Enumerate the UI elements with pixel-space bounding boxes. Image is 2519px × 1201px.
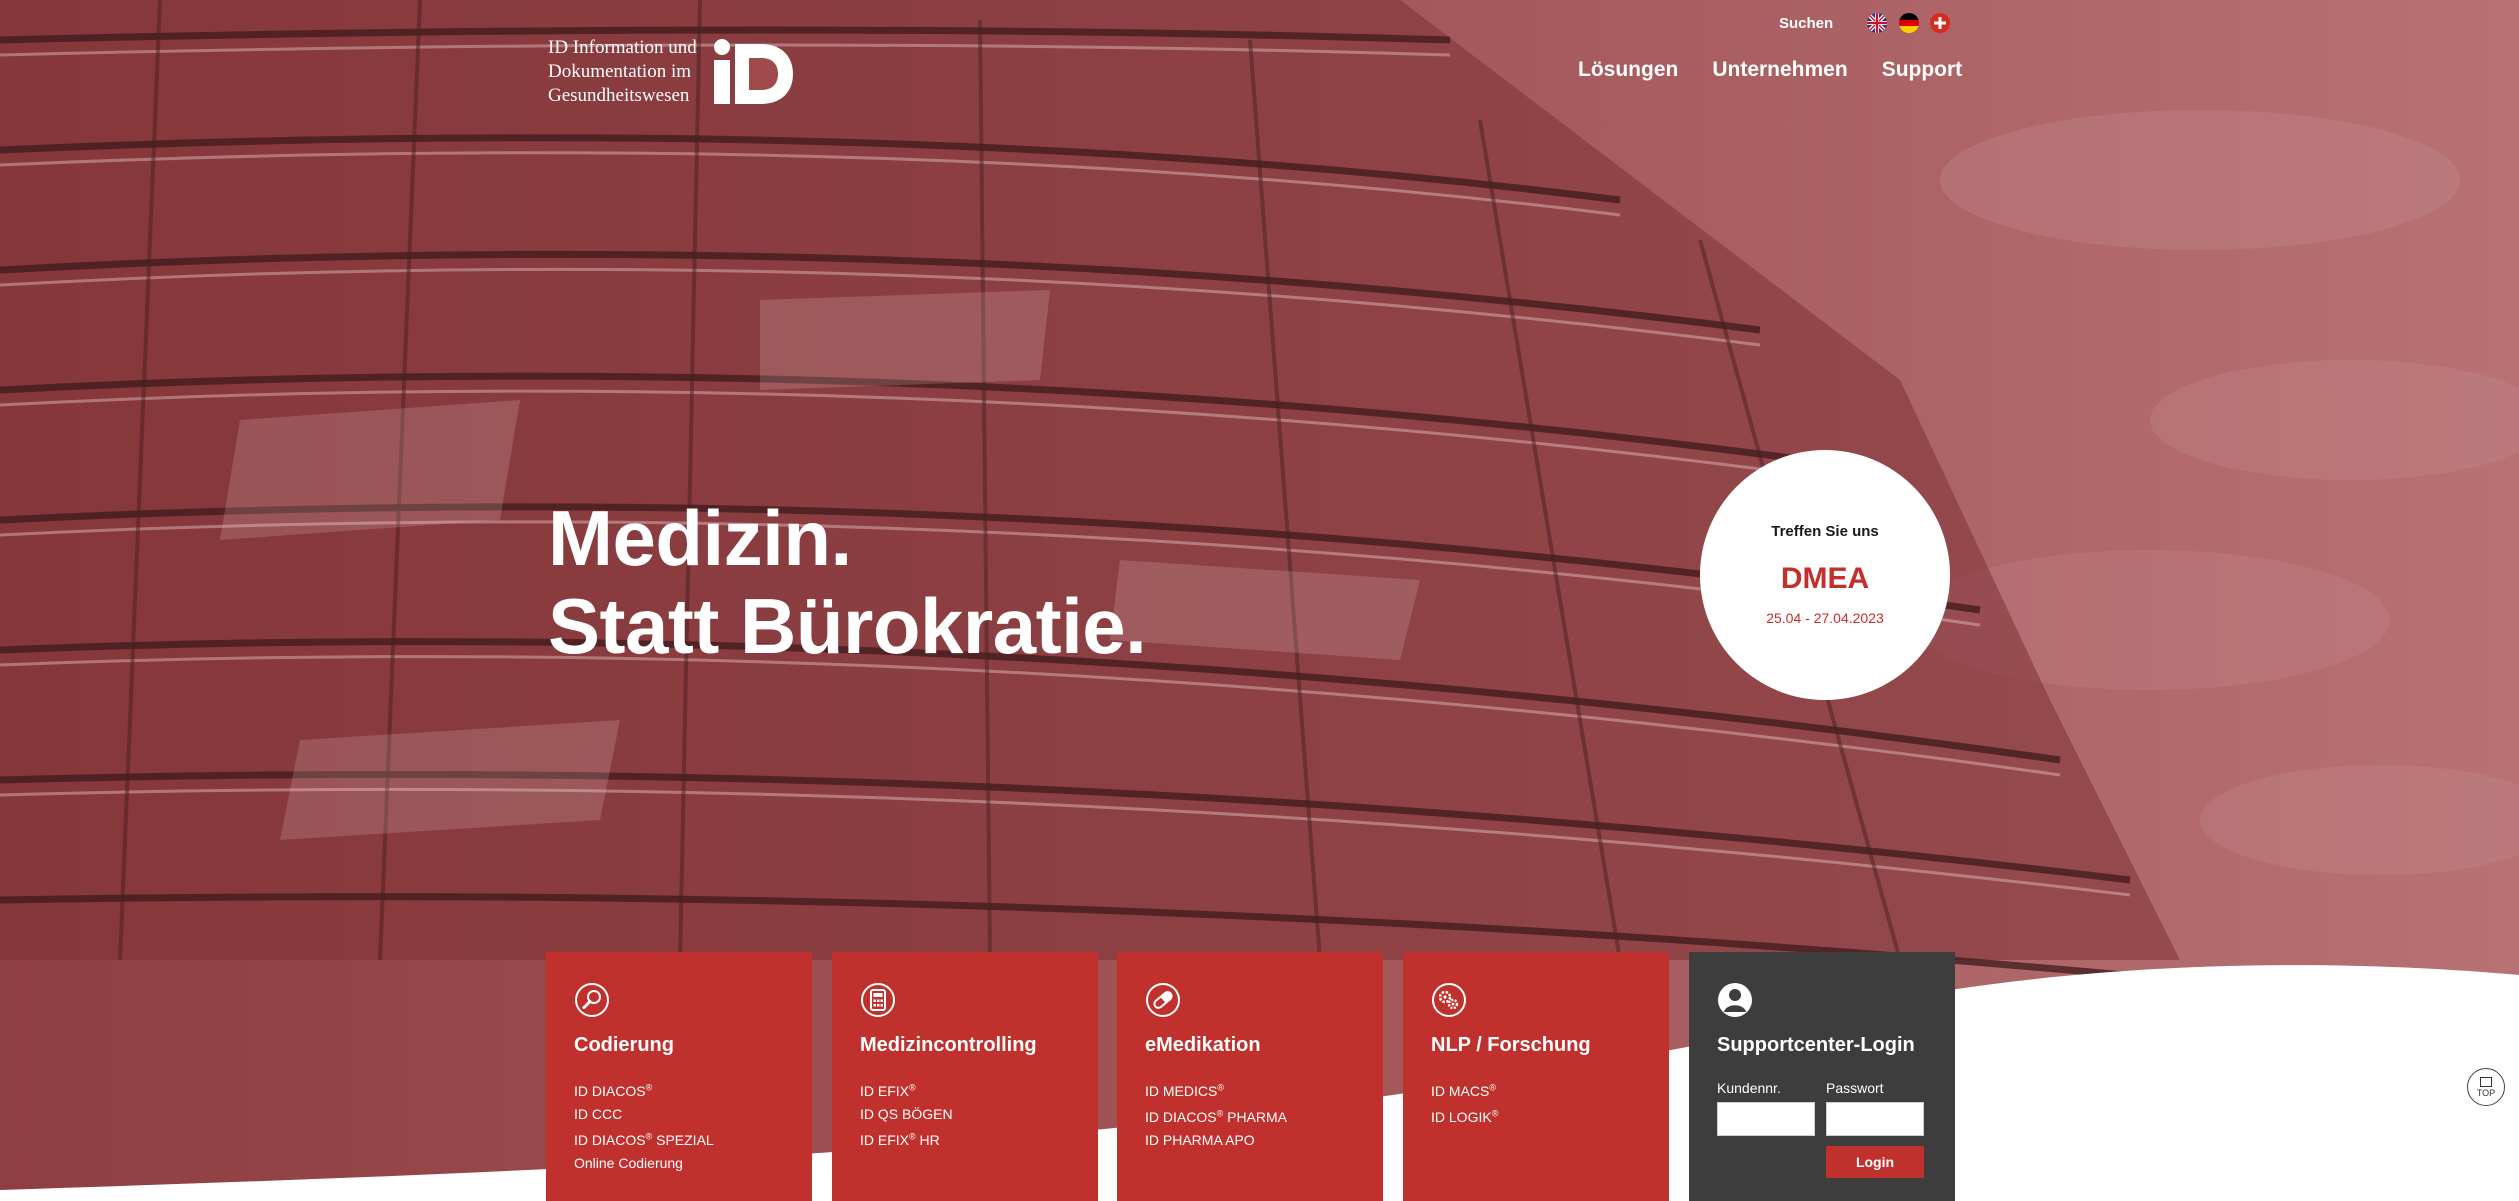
product-link[interactable]: ID CCC [574,1106,622,1122]
top-button-label: TOP [2476,1088,2496,1098]
search-link[interactable]: Suchen [1779,15,1833,32]
product-link[interactable]: ID PHARMA APO [1145,1132,1255,1148]
tile-nlp-forschung[interactable]: NLP / Forschung ID MACS® ID LOGIK® [1403,952,1669,1201]
tile-codierung[interactable]: Codierung ID DIACOS® ID CCC ID DIACOS® S… [546,952,812,1201]
tile-medizincontrolling[interactable]: Medizincontrolling ID EFIX® ID QS BÖGEN … [832,952,1098,1201]
pill-icon [1146,983,1180,1017]
scroll-to-top-button[interactable]: TOP [2467,1068,2505,1106]
product-name: ID PHARMA APO [1145,1132,1255,1149]
product-name: ID MACS [1431,1082,1490,1099]
product-name: ID EFIX [860,1082,910,1099]
list-item[interactable]: ID DIACOS® SPEZIAL [574,1126,714,1153]
logo-text: ID Information und Dokumentation im Gesu… [548,36,697,108]
product-link[interactable]: ID DIACOS® PHARMA [1145,1109,1288,1126]
logo-id-mark-icon [713,39,793,104]
login-title: Supportcenter-Login [1717,1034,1915,1056]
list-item[interactable]: ID MACS® [1431,1076,1498,1103]
product-suffix: PHARMA [1223,1109,1288,1126]
tile-product-list: ID MEDICS® ID DIACOS® PHARMA ID PHARMA A… [1145,1076,1287,1152]
list-item[interactable]: ID QS BÖGEN [860,1103,953,1126]
registered-mark: ® [1489,1082,1496,1092]
top-arrow-icon [2480,1077,2492,1087]
product-link[interactable]: Online Codierung [574,1155,683,1171]
logo-line-2: Dokumentation im [548,61,692,82]
list-item[interactable]: ID MEDICS® [1145,1076,1287,1103]
nav-support[interactable]: Support [1882,58,1962,82]
utility-bar: Suchen [0,7,2519,33]
list-item[interactable]: ID DIACOS® [574,1076,714,1103]
list-item[interactable]: Online Codierung [574,1152,714,1175]
tile-title: eMedikation [1145,1034,1261,1056]
login-button[interactable]: Login [1826,1146,1924,1178]
list-item[interactable]: ID EFIX® [860,1076,953,1103]
logo-line-1: ID Information und [548,37,697,58]
gears-icon [1432,983,1466,1017]
event-title: DMEA [1780,562,1870,595]
calculator-icon [861,983,895,1017]
list-item[interactable]: ID PHARMA APO [1145,1129,1287,1152]
flag-germany-icon[interactable] [1899,13,1919,33]
product-link[interactable]: ID LOGIK® [1431,1108,1499,1126]
registered-mark: ® [645,1082,653,1092]
tile-product-list: ID EFIX® ID QS BÖGEN ID EFIX® HR [860,1076,953,1152]
flag-switzerland-icon[interactable] [1930,13,1950,33]
list-item[interactable]: ID DIACOS® PHARMA [1145,1103,1287,1130]
product-name: Online Codierung [574,1155,683,1172]
product-suffix: SPEZIAL [652,1132,714,1149]
tile-title: NLP / Forschung [1431,1034,1591,1056]
flag-uk-icon[interactable] [1867,13,1887,33]
event-pretitle: Treffen Sie uns [1771,523,1879,540]
registered-mark: ® [909,1082,916,1092]
product-link[interactable]: ID QS BÖGEN [860,1106,953,1122]
registered-mark: ® [909,1131,916,1142]
product-name: ID MEDICS [1145,1082,1218,1099]
event-date: 25.04 - 27.04.2023 [1766,610,1884,626]
headline-line-2: Statt Bürokratie. [548,582,1147,670]
list-item[interactable]: ID LOGIK® [1431,1103,1498,1130]
supportcenter-login-panel: Supportcenter-Login Kundennr. Passwort L… [1689,952,1955,1201]
customer-number-input[interactable] [1717,1102,1815,1136]
product-link[interactable]: ID MACS® [1431,1082,1496,1099]
password-label: Passwort [1826,1080,1884,1096]
tile-emedikation[interactable]: eMedikation ID MEDICS® ID DIACOS® PHARMA… [1117,952,1383,1201]
product-name: ID DIACOS [1145,1109,1217,1126]
nav-unternehmen[interactable]: Unternehmen [1712,58,1847,82]
product-link[interactable]: ID EFIX® [860,1082,916,1099]
tile-product-list: ID DIACOS® ID CCC ID DIACOS® SPEZIAL Onl… [574,1076,714,1175]
company-logo[interactable]: ID Information und Dokumentation im Gesu… [548,36,795,108]
product-link[interactable]: ID DIACOS® [574,1082,653,1099]
hero-headline: Medizin. Statt Bürokratie. [548,494,1147,670]
list-item[interactable]: ID EFIX® HR [860,1126,953,1153]
tile-title: Medizincontrolling [860,1034,1037,1056]
event-badge[interactable]: Treffen Sie uns DMEA 25.04 - 27.04.2023 [1700,450,1950,700]
product-suffix: HR [915,1132,940,1149]
product-name: ID QS BÖGEN [860,1105,953,1122]
product-link[interactable]: ID MEDICS® [1145,1082,1224,1099]
logo-line-3: Gesundheitswesen [548,85,690,106]
nav-loesungen[interactable]: Lösungen [1578,58,1678,82]
tile-title: Codierung [574,1034,674,1056]
product-link[interactable]: ID DIACOS® SPEZIAL [574,1132,714,1149]
list-item[interactable]: ID CCC [574,1103,714,1126]
product-name: ID EFIX [860,1132,910,1149]
product-link[interactable]: ID EFIX® HR [860,1131,940,1149]
password-input[interactable] [1826,1102,1924,1136]
product-name: ID CCC [574,1105,623,1122]
headline-line-1: Medizin. [548,494,852,582]
product-name: ID LOGIK [1431,1109,1492,1126]
registered-mark: ® [1491,1108,1499,1119]
main-navigation: Lösungen Unternehmen Support [1578,58,1962,82]
customer-number-label: Kundennr. [1717,1080,1781,1096]
tile-product-list: ID MACS® ID LOGIK® [1431,1076,1498,1129]
magnifier-icon [575,983,609,1017]
user-icon [1718,983,1752,1017]
registered-mark: ® [1217,1082,1224,1092]
product-name: ID DIACOS [574,1132,646,1149]
product-name: ID DIACOS [574,1082,646,1099]
